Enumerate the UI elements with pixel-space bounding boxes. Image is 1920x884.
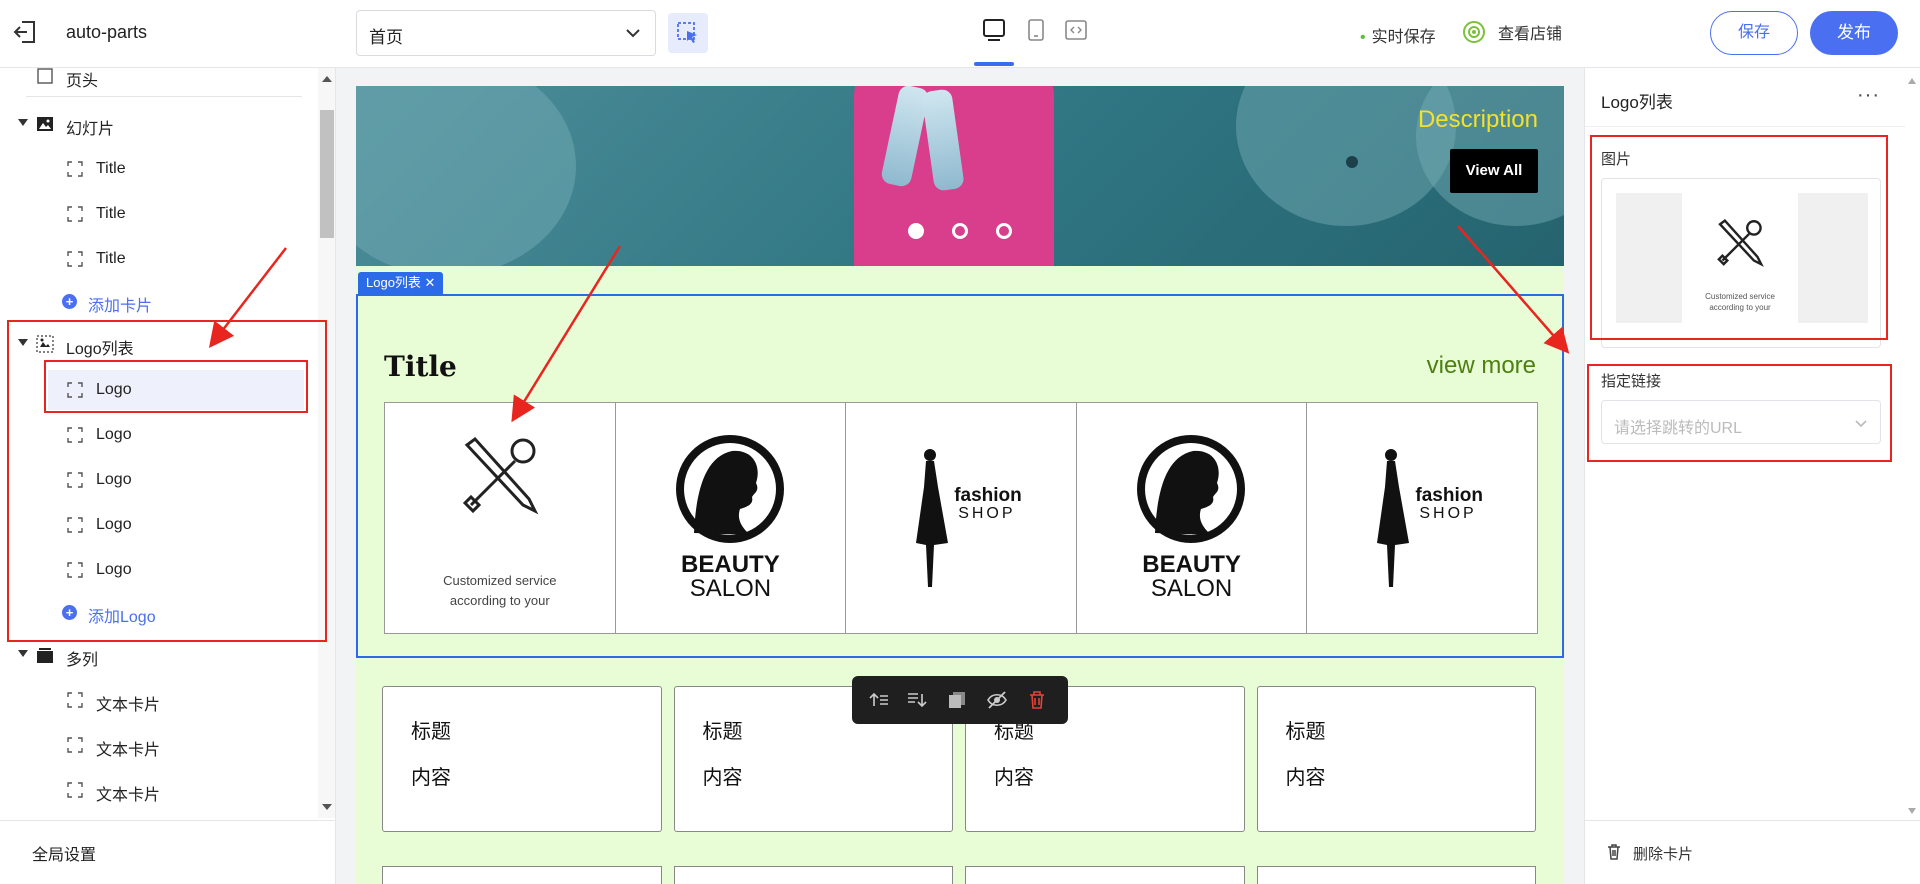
- annotation-arrow: [208, 247, 287, 348]
- annotation-arrows: [208, 225, 1570, 423]
- annotation-arrow: [511, 245, 622, 423]
- annotation-arrow: [1457, 225, 1570, 354]
